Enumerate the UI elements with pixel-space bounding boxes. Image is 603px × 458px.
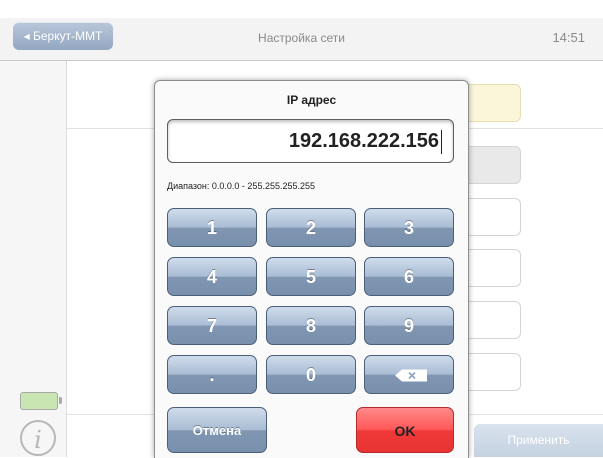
clock: 14:51 [552,30,585,45]
key-dot[interactable]: . [167,355,257,394]
range-hint: Диапазон: 0.0.0.0 - 255.255.255.255 [167,181,315,191]
top-bar: ◂ Беркут-ММТ Настройка сети 14:51 [0,18,603,61]
key-2[interactable]: 2 [266,208,356,247]
key-9[interactable]: 9 [364,306,454,345]
dialog-title: IP адрес [286,93,337,107]
key-0[interactable]: 0 [266,355,356,394]
ip-address-value: 192.168.222.156 [288,130,439,152]
battery-icon [20,392,62,410]
ok-button[interactable]: OK [356,407,454,453]
key-7[interactable]: 7 [167,306,257,345]
key-3[interactable]: 3 [364,208,454,247]
key-4[interactable]: 4 [167,257,257,296]
screen-title: Настройка сети [258,31,345,45]
info-icon[interactable]: i [20,420,56,456]
backspace-button[interactable] [364,355,454,394]
apply-button[interactable]: Применить [474,424,603,457]
key-5[interactable]: 5 [266,257,356,296]
ip-address-dialog: IP адрес 192.168.222.156 Диапазон: 0.0.0… [154,80,469,458]
cancel-button[interactable]: Отмена [167,407,267,453]
text-caret [441,130,442,154]
ip-address-input[interactable]: 192.168.222.156 [167,119,454,163]
backspace-icon [395,369,427,382]
key-1[interactable]: 1 [167,208,257,247]
key-6[interactable]: 6 [364,257,454,296]
key-8[interactable]: 8 [266,306,356,345]
